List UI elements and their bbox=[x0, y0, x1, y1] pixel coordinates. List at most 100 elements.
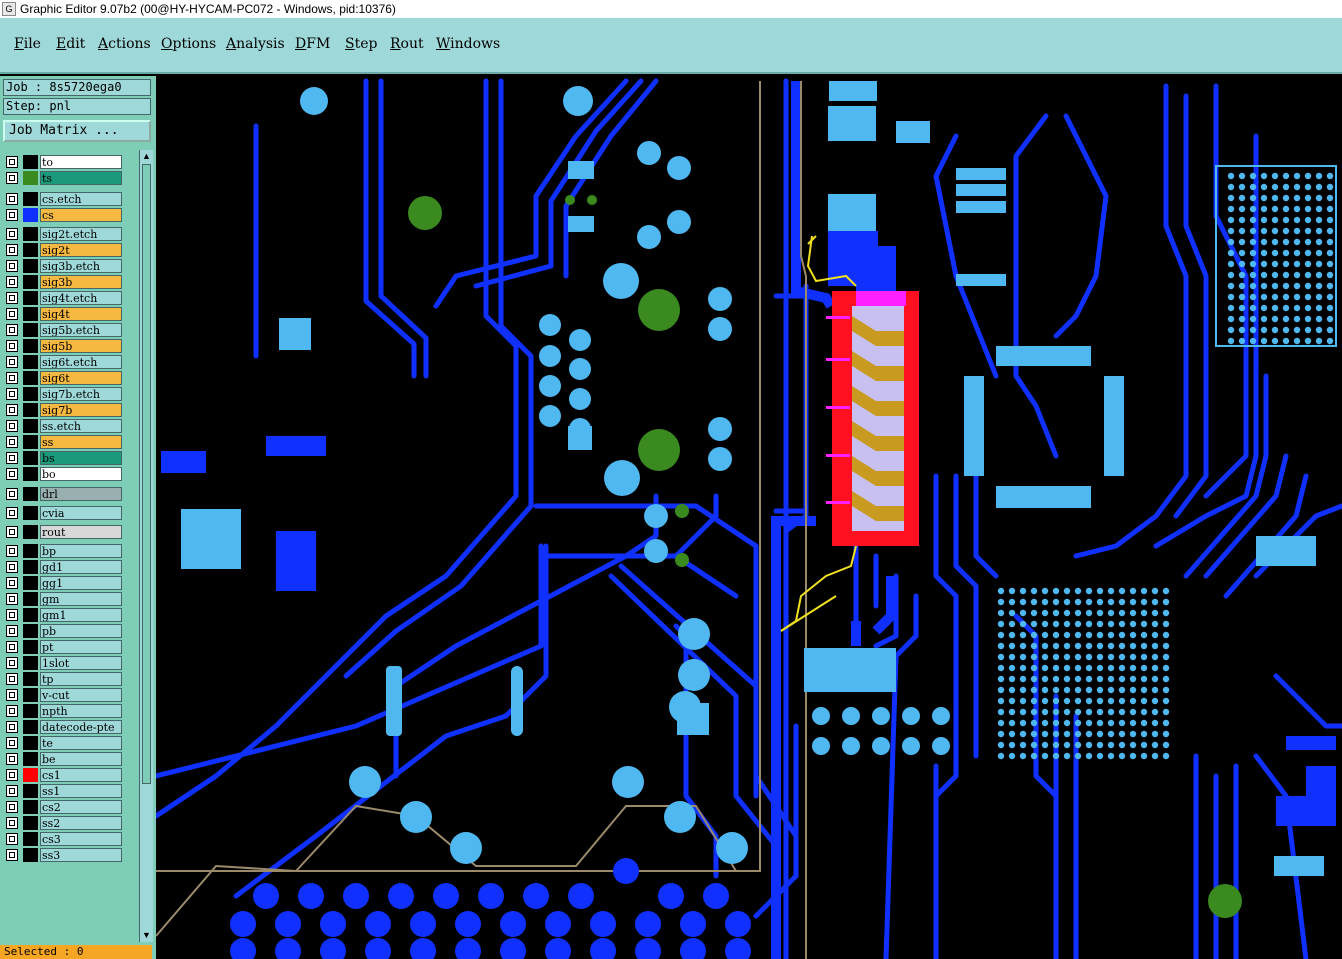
layer-color-swatch[interactable] bbox=[23, 506, 38, 520]
layer-row[interactable]: sig4t.etch bbox=[3, 290, 138, 306]
layer-color-swatch[interactable] bbox=[23, 720, 38, 734]
layer-checkbox[interactable] bbox=[6, 609, 18, 621]
layer-row[interactable]: gg1 bbox=[3, 575, 138, 591]
layer-color-swatch[interactable] bbox=[23, 752, 38, 766]
layer-checkbox[interactable] bbox=[6, 641, 18, 653]
scroll-down-icon[interactable]: ▼ bbox=[141, 930, 152, 941]
layer-name[interactable]: gm1 bbox=[40, 608, 122, 622]
layer-name[interactable]: ss1 bbox=[40, 784, 122, 798]
menu-windows[interactable]: Windows bbox=[436, 36, 500, 52]
layer-row[interactable]: gm bbox=[3, 591, 138, 607]
layer-checkbox[interactable] bbox=[6, 849, 18, 861]
layer-row[interactable]: ss2 bbox=[3, 815, 138, 831]
layer-row[interactable]: v-cut bbox=[3, 687, 138, 703]
layer-row[interactable]: datecode-pte bbox=[3, 719, 138, 735]
layer-checkbox[interactable] bbox=[6, 388, 18, 400]
layer-color-swatch[interactable] bbox=[23, 339, 38, 353]
layer-name[interactable]: ss3 bbox=[40, 848, 122, 862]
layer-row[interactable]: npth bbox=[3, 703, 138, 719]
layer-row[interactable]: sig7b bbox=[3, 402, 138, 418]
layer-row[interactable]: pb bbox=[3, 623, 138, 639]
layer-row[interactable]: te bbox=[3, 735, 138, 751]
layer-checkbox[interactable] bbox=[6, 801, 18, 813]
layer-color-swatch[interactable] bbox=[23, 227, 38, 241]
layer-color-swatch[interactable] bbox=[23, 355, 38, 369]
layer-row[interactable]: bs bbox=[3, 450, 138, 466]
layer-name[interactable]: bp bbox=[40, 544, 122, 558]
layer-color-swatch[interactable] bbox=[23, 768, 38, 782]
layer-color-swatch[interactable] bbox=[23, 525, 38, 539]
layer-color-swatch[interactable] bbox=[23, 155, 38, 169]
layer-name[interactable]: sig5b.etch bbox=[40, 323, 122, 337]
layer-checkbox[interactable] bbox=[6, 673, 18, 685]
layer-row[interactable]: bp bbox=[3, 543, 138, 559]
layer-row[interactable]: ts bbox=[3, 170, 138, 186]
layer-name[interactable]: te bbox=[40, 736, 122, 750]
layer-row[interactable]: sig5b.etch bbox=[3, 322, 138, 338]
layer-checkbox[interactable] bbox=[6, 545, 18, 557]
layer-row[interactable]: be bbox=[3, 751, 138, 767]
layer-color-swatch[interactable] bbox=[23, 544, 38, 558]
layer-checkbox[interactable] bbox=[6, 833, 18, 845]
layer-color-swatch[interactable] bbox=[23, 672, 38, 686]
layer-color-swatch[interactable] bbox=[23, 608, 38, 622]
layer-name[interactable]: npth bbox=[40, 704, 122, 718]
layer-color-swatch[interactable] bbox=[23, 435, 38, 449]
layer-row[interactable]: pt bbox=[3, 639, 138, 655]
layer-row[interactable]: rout bbox=[3, 524, 138, 540]
layer-name[interactable]: tp bbox=[40, 672, 122, 686]
layer-name[interactable]: ss2 bbox=[40, 816, 122, 830]
layer-color-swatch[interactable] bbox=[23, 624, 38, 638]
layer-name[interactable]: sig2t.etch bbox=[40, 227, 122, 241]
layer-color-swatch[interactable] bbox=[23, 387, 38, 401]
menu-rout[interactable]: Rout bbox=[390, 36, 424, 52]
layer-name[interactable]: 1slot bbox=[40, 656, 122, 670]
layer-color-swatch[interactable] bbox=[23, 171, 38, 185]
layer-color-swatch[interactable] bbox=[23, 192, 38, 206]
layer-color-swatch[interactable] bbox=[23, 487, 38, 501]
layer-checkbox[interactable] bbox=[6, 507, 18, 519]
layer-color-swatch[interactable] bbox=[23, 592, 38, 606]
layer-checkbox[interactable] bbox=[6, 372, 18, 384]
layer-name[interactable]: rout bbox=[40, 525, 122, 539]
layer-name[interactable]: cs3 bbox=[40, 832, 122, 846]
layer-name[interactable]: gd1 bbox=[40, 560, 122, 574]
layer-row[interactable]: cs bbox=[3, 207, 138, 223]
layer-name[interactable]: sig6t bbox=[40, 371, 122, 385]
menu-actions[interactable]: Actions bbox=[98, 36, 151, 52]
layer-color-swatch[interactable] bbox=[23, 419, 38, 433]
layer-checkbox[interactable] bbox=[6, 689, 18, 701]
layer-checkbox[interactable] bbox=[6, 577, 18, 589]
menu-dfm[interactable]: DFM bbox=[295, 36, 330, 52]
layer-name[interactable]: cs bbox=[40, 208, 122, 222]
layer-checkbox[interactable] bbox=[6, 785, 18, 797]
layer-checkbox[interactable] bbox=[6, 292, 18, 304]
layer-color-swatch[interactable] bbox=[23, 371, 38, 385]
layer-name[interactable]: bo bbox=[40, 467, 122, 481]
scroll-thumb[interactable] bbox=[142, 164, 151, 784]
layer-checkbox[interactable] bbox=[6, 705, 18, 717]
layer-checkbox[interactable] bbox=[6, 340, 18, 352]
layer-checkbox[interactable] bbox=[6, 308, 18, 320]
layer-color-swatch[interactable] bbox=[23, 323, 38, 337]
layer-color-swatch[interactable] bbox=[23, 451, 38, 465]
layer-color-swatch[interactable] bbox=[23, 832, 38, 846]
menu-options[interactable]: Options bbox=[161, 36, 216, 52]
layer-row[interactable]: sig2t bbox=[3, 242, 138, 258]
layer-name[interactable]: pt bbox=[40, 640, 122, 654]
layer-checkbox[interactable] bbox=[6, 356, 18, 368]
layer-name[interactable]: cs1 bbox=[40, 768, 122, 782]
layer-row[interactable]: ss3 bbox=[3, 847, 138, 863]
layer-name[interactable]: gg1 bbox=[40, 576, 122, 590]
layer-color-swatch[interactable] bbox=[23, 467, 38, 481]
layer-checkbox[interactable] bbox=[6, 193, 18, 205]
layer-name[interactable]: datecode-pte bbox=[40, 720, 122, 734]
layer-row[interactable]: gm1 bbox=[3, 607, 138, 623]
layer-row[interactable]: ss bbox=[3, 434, 138, 450]
layer-row[interactable]: ss.etch bbox=[3, 418, 138, 434]
layer-name[interactable]: sig4t.etch bbox=[40, 291, 122, 305]
layer-name[interactable]: drl bbox=[40, 487, 122, 501]
layer-color-swatch[interactable] bbox=[23, 848, 38, 862]
layer-color-swatch[interactable] bbox=[23, 784, 38, 798]
layer-row[interactable]: sig7b.etch bbox=[3, 386, 138, 402]
